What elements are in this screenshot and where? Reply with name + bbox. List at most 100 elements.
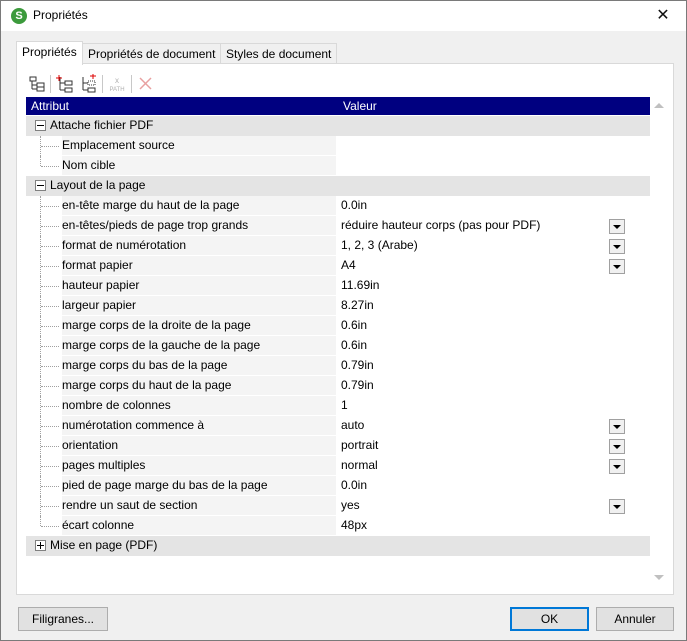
- grid-header: Attribut Valeur: [26, 97, 650, 115]
- property-value[interactable]: 0.79in: [336, 376, 635, 395]
- property-value[interactable]: 0.6in: [336, 316, 635, 335]
- property-row[interactable]: largeur papier 8.27in: [26, 296, 650, 316]
- group-row[interactable]: Layout de la page: [26, 176, 650, 196]
- property-row[interactable]: en-têtes/pieds de page trop grands réduir…: [26, 216, 650, 236]
- property-row[interactable]: en-tête marge du haut de la page 0.0in: [26, 196, 650, 216]
- properties-dialog: S Propriétés ✕ Propriétés Propriétés de …: [0, 0, 687, 641]
- property-value[interactable]: 48px: [336, 516, 635, 535]
- property-value[interactable]: 8.27in: [336, 296, 635, 315]
- tab-styles-document[interactable]: Styles de document: [220, 43, 338, 64]
- property-value[interactable]: réduire hauteur corps (pas pour PDF): [336, 216, 635, 235]
- svg-text:x: x: [115, 76, 119, 85]
- xpath-icon[interactable]: x PATH: [107, 74, 127, 94]
- property-value[interactable]: yes: [336, 496, 635, 515]
- property-row[interactable]: orientation portrait: [26, 436, 650, 456]
- property-value[interactable]: normal: [336, 456, 635, 475]
- property-name: format papier: [62, 256, 336, 275]
- property-name: pages multiples: [62, 456, 336, 475]
- property-name: nombre de colonnes: [62, 396, 336, 415]
- svg-text:PATH: PATH: [109, 87, 124, 93]
- property-name: Emplacement source: [62, 136, 336, 155]
- delete-icon[interactable]: [136, 74, 156, 94]
- property-value[interactable]: 0.6in: [336, 336, 635, 355]
- property-row[interactable]: marge corps du bas de la page 0.79in: [26, 356, 650, 376]
- property-row[interactable]: format de numérotation 1, 2, 3 (Arabe): [26, 236, 650, 256]
- expand-icon[interactable]: [35, 540, 46, 551]
- watermarks-button[interactable]: Filigranes...: [18, 607, 108, 631]
- add-node-icon[interactable]: [55, 74, 75, 94]
- collapse-icon[interactable]: [35, 120, 46, 131]
- tab-proprietes[interactable]: Propriétés: [16, 41, 83, 65]
- property-value[interactable]: A4: [336, 256, 635, 275]
- column-header-attribute: Attribut: [31, 99, 70, 113]
- vertical-scrollbar[interactable]: [651, 97, 666, 587]
- dropdown-arrow-icon[interactable]: [609, 419, 625, 434]
- property-value[interactable]: 1, 2, 3 (Arabe): [336, 236, 635, 255]
- property-name: Nom cible: [62, 156, 336, 175]
- property-name: largeur papier: [62, 296, 336, 315]
- property-name: écart colonne: [62, 516, 336, 535]
- dropdown-arrow-icon[interactable]: [609, 259, 625, 274]
- property-value[interactable]: 0.0in: [336, 476, 635, 495]
- column-header-value: Valeur: [343, 99, 377, 113]
- property-row[interactable]: pied de page marge du bas de la page 0.0i…: [26, 476, 650, 496]
- group-label: Mise en page (PDF): [50, 538, 158, 552]
- property-row[interactable]: marge corps de la gauche de la page 0.6in: [26, 336, 650, 356]
- property-value[interactable]: 0.0in: [336, 196, 635, 215]
- property-name: marge corps du haut de la page: [62, 376, 336, 395]
- property-name: hauteur papier: [62, 276, 336, 295]
- property-row[interactable]: Emplacement source: [26, 136, 650, 156]
- grid-rows: Attache fichier PDF Emplacement source Nom…: [26, 116, 650, 556]
- property-row[interactable]: marge corps du haut de la page 0.79in: [26, 376, 650, 396]
- dropdown-arrow-icon[interactable]: [609, 459, 625, 474]
- property-name: en-tête marge du haut de la page: [62, 196, 336, 215]
- property-row[interactable]: format papier A4: [26, 256, 650, 276]
- property-row[interactable]: hauteur papier 11.69in: [26, 276, 650, 296]
- property-row[interactable]: numérotation commence à auto: [26, 416, 650, 436]
- tab-proprietes-document[interactable]: Propriétés de document: [82, 43, 222, 64]
- close-icon[interactable]: ✕: [640, 1, 686, 31]
- group-row[interactable]: Attache fichier PDF: [26, 116, 650, 136]
- scroll-up-icon[interactable]: [654, 103, 664, 108]
- property-value[interactable]: portrait: [336, 436, 635, 455]
- property-name: pied de page marge du bas de la page: [62, 476, 336, 495]
- property-name: en-têtes/pieds de page trop grands: [62, 216, 336, 235]
- add-child-node-icon[interactable]: [78, 74, 98, 94]
- property-name: format de numérotation: [62, 236, 336, 255]
- property-value[interactable]: [336, 136, 635, 155]
- property-row[interactable]: rendre un saut de section yes: [26, 496, 650, 516]
- group-label: Layout de la page: [50, 178, 146, 192]
- collapse-icon[interactable]: [35, 180, 46, 191]
- dropdown-arrow-icon[interactable]: [609, 439, 625, 454]
- app-icon: S: [11, 8, 27, 24]
- property-value[interactable]: 1: [336, 396, 635, 415]
- group-row[interactable]: Mise en page (PDF): [26, 536, 650, 556]
- property-value[interactable]: 11.69in: [336, 276, 635, 295]
- cancel-button[interactable]: Annuler: [596, 607, 674, 631]
- group-label: Attache fichier PDF: [50, 118, 154, 132]
- property-row[interactable]: nombre de colonnes 1: [26, 396, 650, 416]
- window-title: Propriétés: [33, 8, 88, 22]
- property-row[interactable]: marge corps de la droite de la page 0.6in: [26, 316, 650, 336]
- property-name: marge corps du bas de la page: [62, 356, 336, 375]
- property-value[interactable]: auto: [336, 416, 635, 435]
- property-row[interactable]: écart colonne 48px: [26, 516, 650, 536]
- property-value[interactable]: [336, 156, 635, 175]
- property-grid: Attribut Valeur Attache fichier PDF Empla…: [26, 97, 666, 587]
- scroll-down-icon[interactable]: [654, 575, 664, 580]
- dropdown-arrow-icon[interactable]: [609, 499, 625, 514]
- property-row[interactable]: pages multiples normal: [26, 456, 650, 476]
- property-name: marge corps de la droite de la page: [62, 316, 336, 335]
- property-name: orientation: [62, 436, 336, 455]
- property-name: rendre un saut de section: [62, 496, 336, 515]
- title-bar[interactable]: S Propriétés ✕: [1, 1, 686, 31]
- property-value[interactable]: 0.79in: [336, 356, 635, 375]
- property-row[interactable]: Nom cible: [26, 156, 650, 176]
- dropdown-arrow-icon[interactable]: [609, 239, 625, 254]
- properties-panel: x PATH Attribut Valeur Attache fichier PD…: [16, 63, 674, 595]
- tree-view-icon[interactable]: [27, 74, 47, 94]
- dropdown-arrow-icon[interactable]: [609, 219, 625, 234]
- property-name: numérotation commence à: [62, 416, 336, 435]
- ok-button[interactable]: OK: [510, 607, 589, 631]
- property-name: marge corps de la gauche de la page: [62, 336, 336, 355]
